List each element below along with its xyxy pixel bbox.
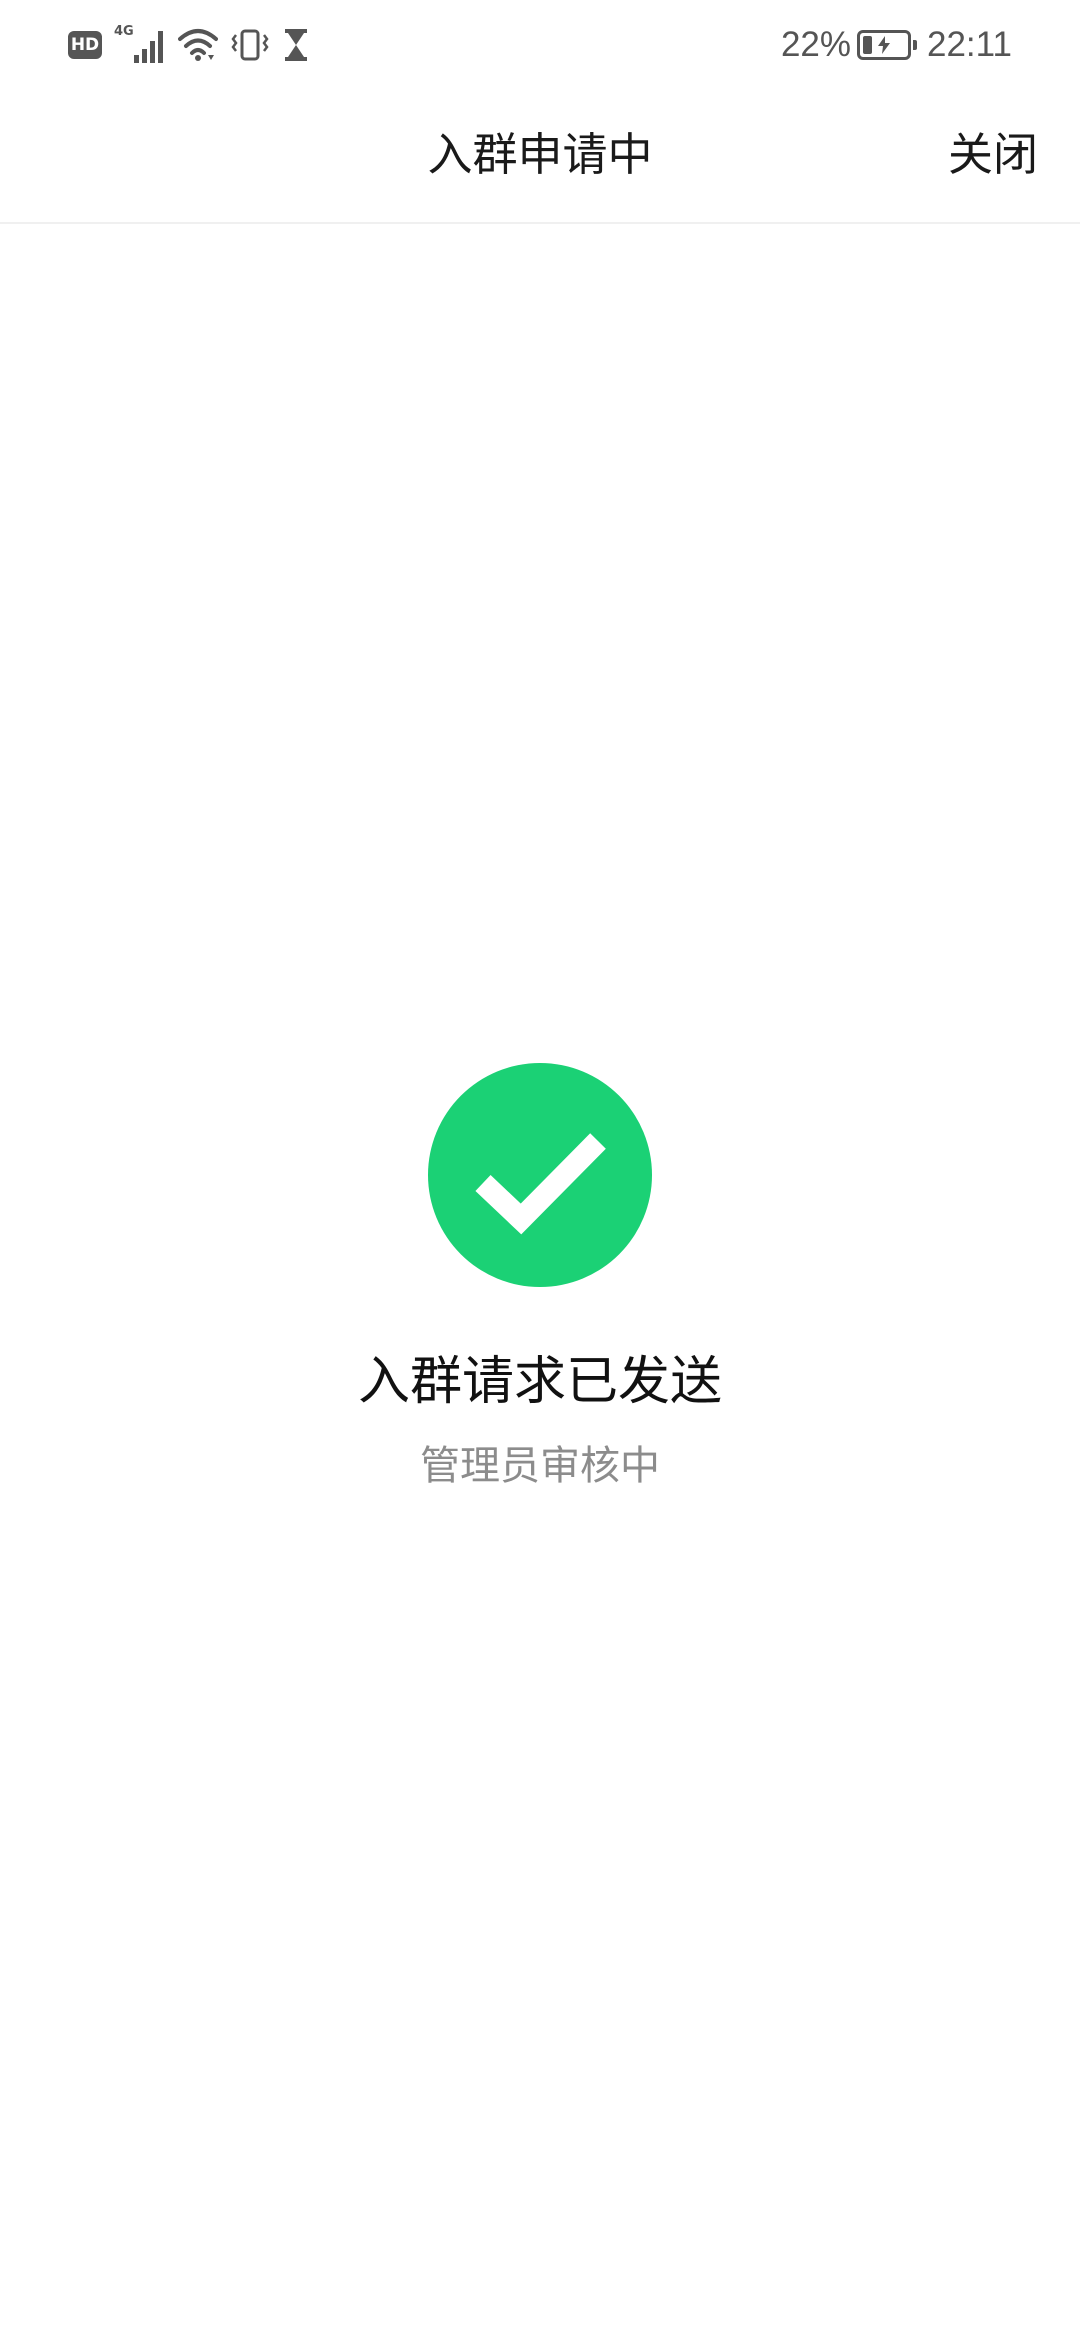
hourglass-icon: [285, 29, 307, 61]
result-title: 入群请求已发送: [357, 1352, 722, 1412]
status-bar: HD 4G 22% 22:11: [0, 0, 1080, 88]
wifi-icon: [178, 29, 218, 61]
success-check-icon: [428, 1063, 652, 1287]
battery-charging-icon: [857, 30, 917, 60]
signal-4g-icon: 4G: [114, 25, 168, 65]
charging-bolt-icon: [878, 36, 890, 54]
status-icons-right: 22% 22:11: [781, 22, 1012, 68]
hd-icon: HD: [68, 31, 102, 59]
network-type-label: 4G: [114, 24, 134, 39]
battery-level-fill: [863, 36, 873, 54]
page-title: 入群申请中: [427, 128, 653, 181]
status-icons-left: HD 4G: [68, 22, 322, 68]
result-subtitle: 管理员审核中: [420, 1443, 660, 1489]
clock-time: 22:11: [927, 25, 1012, 64]
vibrate-icon: [231, 29, 269, 61]
battery-percent: 22%: [780, 25, 851, 64]
screen: HD 4G 22% 22:11 入群申请中 关闭 入群请求已发送 管理员审核中: [0, 0, 1080, 2340]
close-button[interactable]: 关闭: [948, 88, 1038, 222]
nav-bar: 入群申请中 关闭: [0, 88, 1080, 224]
